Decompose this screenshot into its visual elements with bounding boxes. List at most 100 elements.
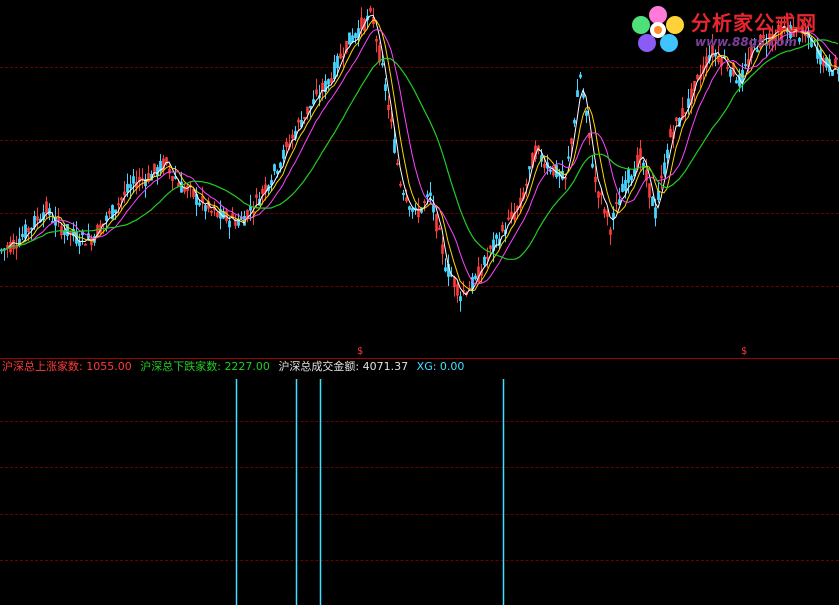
candle xyxy=(339,43,342,60)
candle-body xyxy=(528,166,531,170)
candle xyxy=(648,183,651,209)
candle xyxy=(459,291,462,312)
candle-body xyxy=(411,207,414,212)
candle-body xyxy=(495,234,498,239)
candle xyxy=(435,213,438,239)
candle-body xyxy=(582,94,585,98)
candle xyxy=(453,275,456,297)
candle xyxy=(669,124,672,138)
candle-body xyxy=(351,35,354,43)
candle xyxy=(567,145,570,162)
candle xyxy=(162,154,165,176)
candle xyxy=(69,230,72,247)
candle xyxy=(165,156,168,166)
candle xyxy=(573,117,576,128)
candle-body xyxy=(129,184,132,189)
candle xyxy=(249,194,252,221)
candle-body xyxy=(336,55,339,69)
candle xyxy=(132,168,135,194)
candle xyxy=(84,243,87,246)
candle xyxy=(402,190,405,201)
candle xyxy=(210,209,213,217)
candle xyxy=(585,110,588,124)
candle-body xyxy=(381,63,384,66)
candle-body xyxy=(444,267,447,272)
candle xyxy=(735,76,738,84)
legend-amount-value: 4071.37 xyxy=(362,360,409,373)
candle xyxy=(603,206,606,219)
candle xyxy=(519,188,522,213)
candle xyxy=(501,221,504,233)
candle xyxy=(204,204,207,220)
candle-body xyxy=(114,209,117,214)
candle-body xyxy=(657,190,660,200)
candle-body xyxy=(426,194,429,197)
candle xyxy=(144,173,147,198)
candle xyxy=(564,177,567,190)
candle xyxy=(327,78,330,90)
candle-body xyxy=(666,149,669,159)
candle-body xyxy=(729,69,732,77)
candle xyxy=(444,258,447,273)
candle xyxy=(384,77,387,101)
candle xyxy=(6,242,9,258)
candle xyxy=(171,175,174,190)
candle xyxy=(240,211,243,220)
candle xyxy=(609,226,612,245)
candle xyxy=(591,155,594,169)
candle xyxy=(597,190,600,209)
candle-body xyxy=(585,110,588,116)
candle xyxy=(657,181,660,203)
candle-body xyxy=(384,84,387,91)
logo-url: www.88gs.com xyxy=(695,35,797,49)
candle-body xyxy=(591,163,594,168)
candle-body xyxy=(282,149,285,159)
candle xyxy=(429,182,432,205)
candle-body xyxy=(408,206,411,210)
candle-body xyxy=(63,230,66,236)
signal-marker: $ xyxy=(741,346,748,357)
candle-body xyxy=(393,139,396,153)
candle-body xyxy=(348,32,351,45)
candle xyxy=(432,195,435,221)
candle-body xyxy=(273,164,276,172)
legend-down-label: 沪深总下跌家数: xyxy=(140,360,221,373)
legend-down-value: 2227.00 xyxy=(224,360,270,373)
candle xyxy=(354,32,357,44)
candle xyxy=(312,90,315,105)
legend-xg-value: 0.00 xyxy=(439,360,465,373)
legend-amount-label: 沪深总成交金额: xyxy=(278,360,360,373)
candle xyxy=(822,55,825,73)
candle xyxy=(579,71,582,79)
candle-body xyxy=(228,220,231,228)
candle-body xyxy=(474,275,477,280)
candle xyxy=(108,208,111,218)
candle-body xyxy=(402,192,405,196)
candle xyxy=(348,32,351,45)
candle xyxy=(441,236,444,265)
candle-body xyxy=(651,196,654,207)
candle xyxy=(447,254,450,287)
candle xyxy=(663,153,666,177)
candle xyxy=(141,168,144,189)
candle-body xyxy=(663,162,666,175)
candle xyxy=(369,5,372,14)
candle xyxy=(399,181,402,188)
candle-body xyxy=(24,224,27,239)
candle xyxy=(456,282,459,303)
candle xyxy=(234,214,237,229)
candle xyxy=(21,226,24,241)
candle xyxy=(291,129,294,149)
candle xyxy=(186,183,189,199)
candle-body xyxy=(333,62,336,80)
candle xyxy=(639,139,642,171)
candle xyxy=(375,35,378,53)
candle xyxy=(483,255,486,267)
legend-up-value: 1055.00 xyxy=(86,360,132,373)
site-logo: 分析家公式网 www.88gs.com xyxy=(631,5,831,55)
ma-line-ma_slow xyxy=(0,29,839,285)
logo-title: 分析家公式网 xyxy=(691,11,817,35)
candle xyxy=(15,235,18,260)
candle-body xyxy=(105,215,108,221)
candle xyxy=(615,192,618,213)
